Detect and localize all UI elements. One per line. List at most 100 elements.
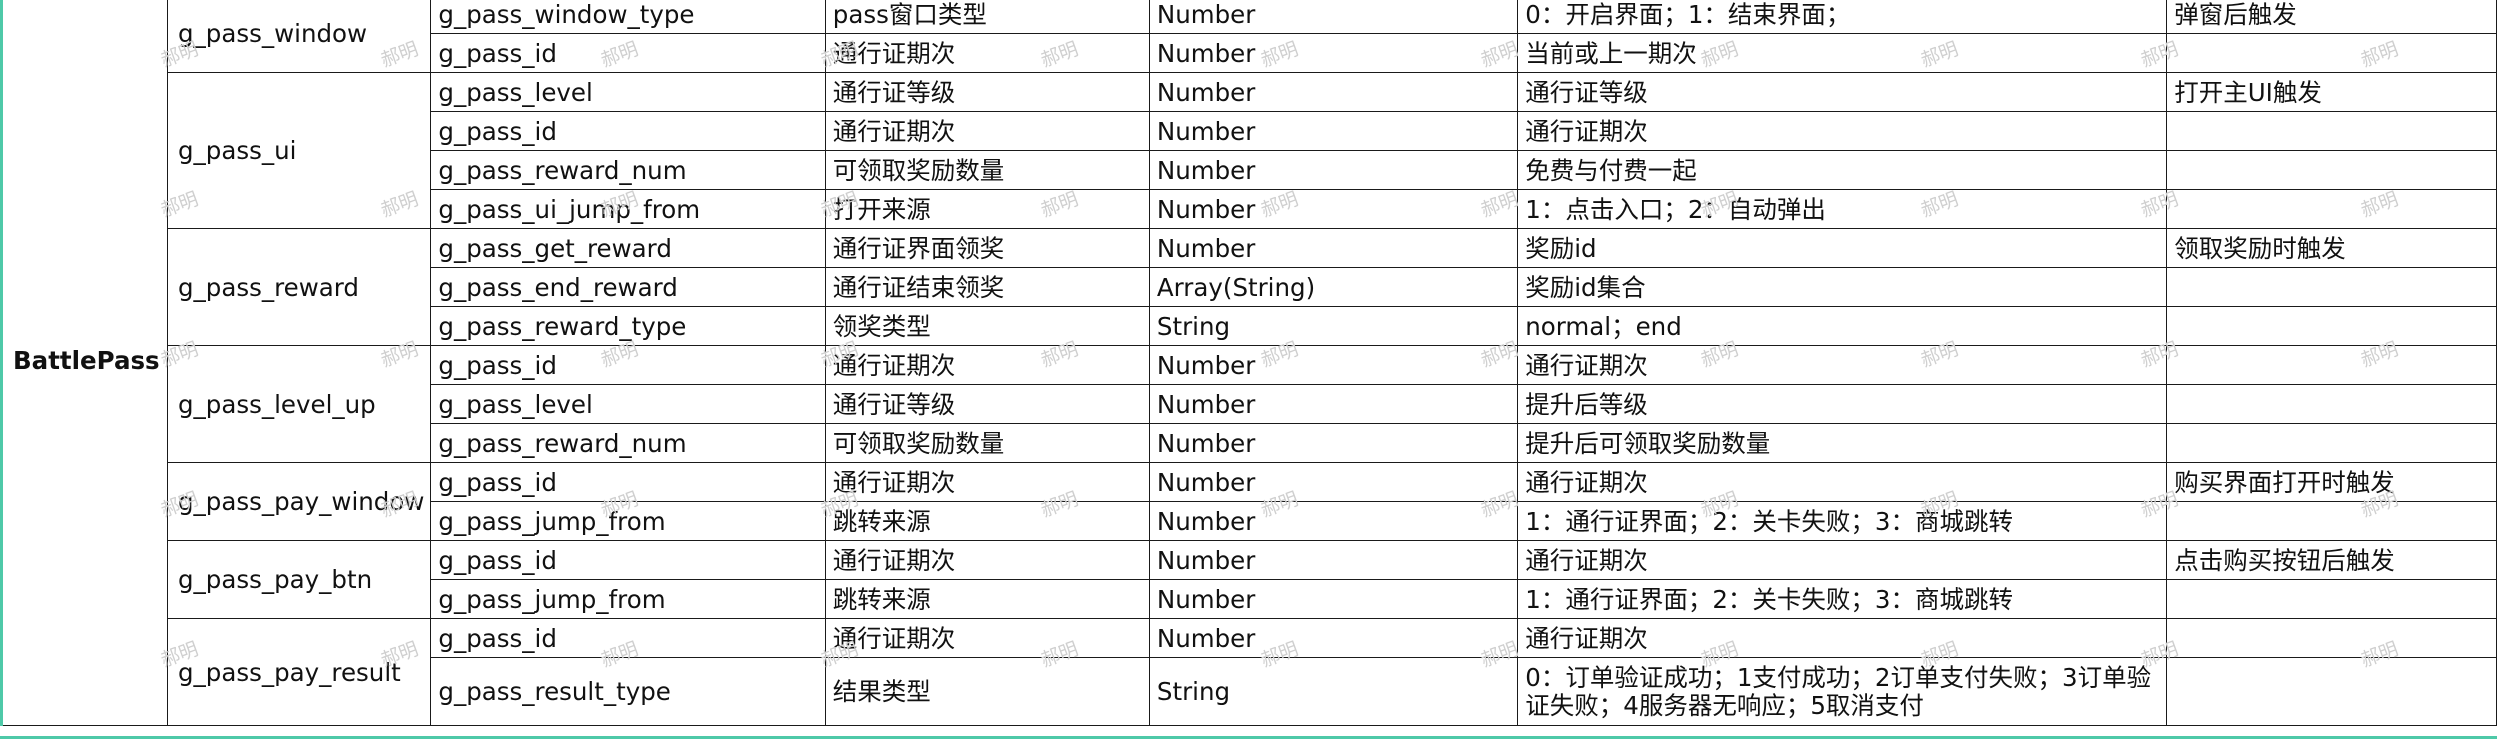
trigger-note-cell[interactable]: 弹窗后触发 (2166, 0, 2497, 34)
param-values-cell[interactable]: 1：通行证界面；2：关卡失败；3：商城跳转 (1517, 501, 2168, 541)
param-name-cell[interactable]: g_pass_id (430, 345, 826, 385)
param-values-cell[interactable]: 通行证期次 (1517, 618, 2168, 658)
param-type-cell[interactable]: String (1148, 657, 1519, 726)
table-row: g_pass_reward g_pass_get_reward 通行证界面领奖 Num… (2, 228, 2497, 346)
param-name-cell[interactable]: g_pass_jump_from (430, 579, 826, 619)
trigger-note-cell[interactable] (2166, 111, 2497, 151)
param-values-cell[interactable]: 通行证期次 (1517, 111, 2168, 151)
param-name-cell[interactable]: g_pass_id (430, 540, 826, 580)
param-values-cell[interactable]: 免费与付费一起 (1517, 150, 2168, 190)
trigger-note-cell[interactable]: 领取奖励时触发 (2166, 228, 2497, 268)
param-values-cell[interactable]: 提升后可领取奖励数量 (1517, 423, 2168, 463)
param-name-cell[interactable]: g_pass_end_reward (430, 267, 826, 307)
event-name-cell[interactable]: g_pass_pay_result (166, 618, 432, 726)
param-type-cell[interactable]: Number (1148, 345, 1519, 385)
param-desc-cell[interactable]: 通行证结束领奖 (824, 267, 1150, 307)
param-name-cell[interactable]: g_pass_level (430, 72, 826, 112)
param-type-cell[interactable]: Number (1148, 501, 1519, 541)
param-desc-cell[interactable]: 可领取奖励数量 (824, 150, 1150, 190)
param-name-cell[interactable]: g_pass_get_reward (430, 228, 826, 268)
param-values-cell[interactable]: 当前或上一期次 (1517, 33, 2168, 73)
trigger-note-cell[interactable] (2166, 150, 2497, 190)
param-desc-cell[interactable]: pass窗口类型 (824, 0, 1150, 34)
param-desc-cell[interactable]: 可领取奖励数量 (824, 423, 1150, 463)
param-desc-cell[interactable]: 通行证期次 (824, 33, 1150, 73)
param-values-cell[interactable]: 通行证期次 (1517, 462, 2168, 502)
param-type-cell[interactable]: Number (1148, 540, 1519, 580)
param-values-cell[interactable]: 通行证期次 (1517, 540, 2168, 580)
trigger-note-cell[interactable] (2166, 306, 2497, 346)
param-values-cell[interactable]: 通行证期次 (1517, 345, 2168, 385)
trigger-note-cell[interactable]: 打开主UI触发 (2166, 72, 2497, 112)
param-type-cell[interactable]: Number (1148, 618, 1519, 658)
param-type-cell[interactable]: String (1148, 306, 1519, 346)
param-name-cell[interactable]: g_pass_id (430, 462, 826, 502)
param-name-cell[interactable]: g_pass_level (430, 384, 826, 424)
param-name-cell[interactable]: g_pass_reward_num (430, 150, 826, 190)
param-values-cell[interactable]: 0：开启界面；1：结束界面； (1517, 0, 2168, 34)
trigger-note-cell[interactable]: 点击购买按钮后触发 (2166, 540, 2497, 580)
event-name-cell[interactable]: g_pass_reward (166, 228, 432, 346)
param-values-cell[interactable]: 奖励id集合 (1517, 267, 2168, 307)
param-name-cell[interactable]: g_pass_id (430, 618, 826, 658)
param-type-cell[interactable]: Number (1148, 189, 1519, 229)
param-desc-cell[interactable]: 通行证期次 (824, 462, 1150, 502)
param-type-cell[interactable]: Number (1148, 150, 1519, 190)
param-name-cell[interactable]: g_pass_ui_jump_from (430, 189, 826, 229)
trigger-note-cell[interactable] (2166, 345, 2497, 385)
param-desc-cell[interactable]: 通行证等级 (824, 72, 1150, 112)
param-values-cell[interactable]: 奖励id (1517, 228, 2168, 268)
param-type-cell[interactable]: Number (1148, 384, 1519, 424)
param-name-cell[interactable]: g_pass_id (430, 33, 826, 73)
param-type-cell[interactable]: Number (1148, 423, 1519, 463)
param-values-cell[interactable]: 通行证等级 (1517, 72, 2168, 112)
param-values-cell[interactable]: 1：点击入口；2：自动弹出 (1517, 189, 2168, 229)
param-desc-cell[interactable]: 领奖类型 (824, 306, 1150, 346)
param-type-cell[interactable]: Number (1148, 228, 1519, 268)
param-desc-cell[interactable]: 通行证界面领奖 (824, 228, 1150, 268)
event-name-cell[interactable]: g_pass_window (166, 0, 432, 73)
param-type-cell[interactable]: Number (1148, 579, 1519, 619)
param-desc-cell[interactable]: 结果类型 (824, 657, 1150, 726)
param-values-cell[interactable]: 1：通行证界面；2：关卡失败；3：商城跳转 (1517, 579, 2168, 619)
param-desc-cell[interactable]: 通行证等级 (824, 384, 1150, 424)
event-name-cell[interactable]: g_pass_pay_btn (166, 540, 432, 619)
param-type-cell[interactable]: Number (1148, 111, 1519, 151)
param-name-cell[interactable]: g_pass_reward_num (430, 423, 826, 463)
param-name-cell[interactable]: g_pass_window_type (430, 0, 826, 34)
trigger-note-cell[interactable] (2166, 579, 2497, 619)
trigger-note-cell[interactable] (2166, 501, 2497, 541)
param-type-cell[interactable]: Number (1148, 462, 1519, 502)
param-type-cell[interactable]: Number (1148, 72, 1519, 112)
param-type-cell[interactable]: Number (1148, 33, 1519, 73)
param-name-cell[interactable]: g_pass_id (430, 111, 826, 151)
trigger-note-cell[interactable]: 购买界面打开时触发 (2166, 462, 2497, 502)
param-desc-cell[interactable]: 通行证期次 (824, 540, 1150, 580)
trigger-note-cell[interactable] (2166, 423, 2497, 463)
param-desc-cell[interactable]: 通行证期次 (824, 345, 1150, 385)
event-name-cell[interactable]: g_pass_pay_window (166, 462, 432, 541)
trigger-note-cell[interactable] (2166, 189, 2497, 229)
trigger-note-cell[interactable] (2166, 384, 2497, 424)
param-values-cell[interactable]: 0：订单验证成功；1支付成功；2订单支付失败；3订单验证失败；4服务器无响应；5… (1517, 657, 2168, 726)
category-cell[interactable]: BattlePass (0, 0, 168, 726)
event-name-cell[interactable]: g_pass_level_up (166, 345, 432, 463)
spreadsheet: BattlePass g_pass_window g_pass_window_typ… (0, 0, 2497, 740)
param-desc-cell[interactable]: 跳转来源 (824, 579, 1150, 619)
param-name-cell[interactable]: g_pass_result_type (430, 657, 826, 726)
event-name-cell[interactable]: g_pass_ui (166, 72, 432, 229)
trigger-note-cell[interactable] (2166, 267, 2497, 307)
param-values-cell[interactable]: 提升后等级 (1517, 384, 2168, 424)
param-desc-cell[interactable]: 跳转来源 (824, 501, 1150, 541)
param-desc-cell[interactable]: 通行证期次 (824, 111, 1150, 151)
param-name-cell[interactable]: g_pass_jump_from (430, 501, 826, 541)
param-name-cell[interactable]: g_pass_reward_type (430, 306, 826, 346)
param-desc-cell[interactable]: 打开来源 (824, 189, 1150, 229)
trigger-note-cell[interactable] (2166, 33, 2497, 73)
trigger-note-cell[interactable] (2166, 618, 2497, 658)
param-values-cell[interactable]: normal；end (1517, 306, 2168, 346)
param-type-cell[interactable]: Array(String) (1148, 267, 1519, 307)
param-desc-cell[interactable]: 通行证期次 (824, 618, 1150, 658)
param-type-cell[interactable]: Number (1148, 0, 1519, 34)
trigger-note-cell[interactable] (2166, 657, 2497, 726)
